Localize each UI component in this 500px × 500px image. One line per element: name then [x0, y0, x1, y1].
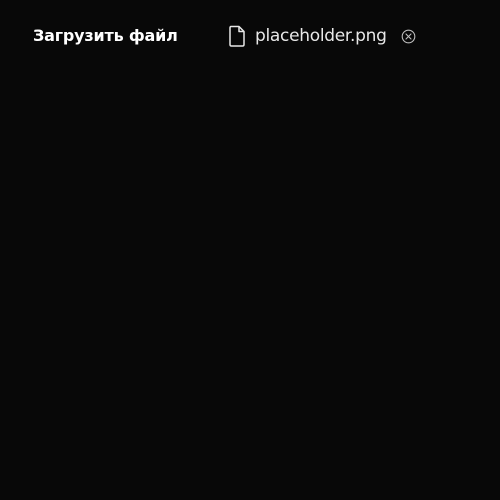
selected-file: placeholder.png: [228, 24, 417, 48]
file-upload-page: Загрузить файл placeholder.png: [0, 0, 500, 500]
circle-x-icon: [401, 29, 416, 43]
upload-row: Загрузить файл: [33, 24, 178, 48]
file-icon: [228, 24, 246, 48]
remove-file-button[interactable]: [401, 28, 417, 44]
upload-file-button[interactable]: Загрузить файл: [33, 24, 178, 48]
file-name: placeholder.png: [255, 26, 387, 46]
